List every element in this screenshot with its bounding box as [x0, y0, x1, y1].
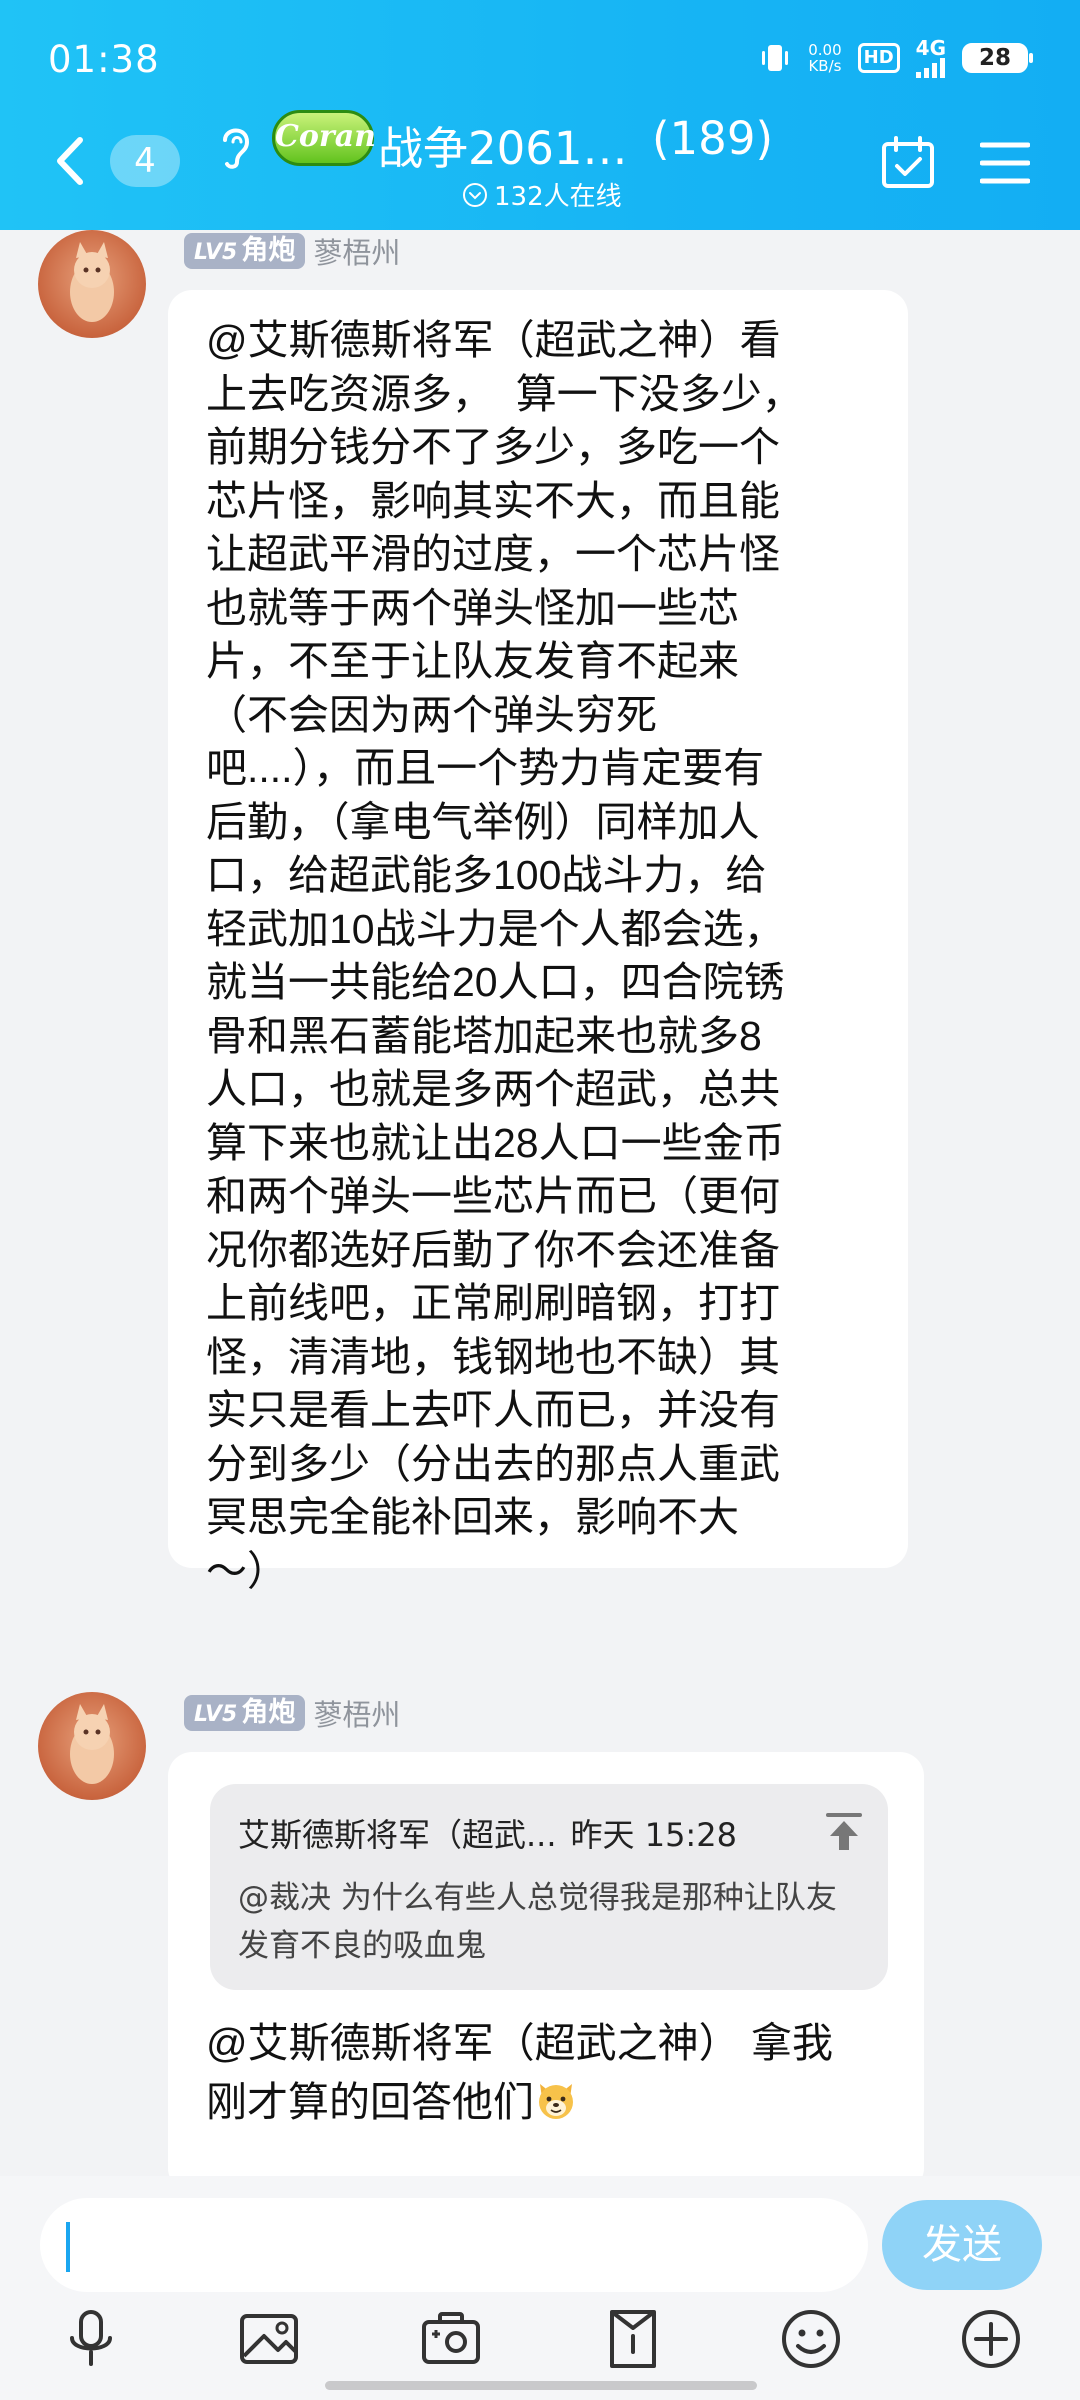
home-indicator[interactable] — [325, 2381, 757, 2390]
message-bubble[interactable]: 艾斯德斯将军（超武... 昨天 15:28 @裁决 为什么有些人总觉得我是那种让… — [168, 1752, 924, 2192]
message-text: @艾斯德斯将军（超武之神）看 上去吃资源多， 算一下没多少， 前期分钱分不了多少… — [206, 317, 803, 1594]
group-title[interactable]: 战争2061… — [378, 112, 628, 177]
signal-icon: 4G — [915, 36, 946, 78]
status-time: 01:38 — [48, 38, 160, 81]
sender-meta: LV5 角炮 蓼梧州 — [184, 230, 400, 272]
network-type: 4G — [915, 36, 946, 60]
hd-badge: HD — [857, 43, 900, 73]
quoted-reply[interactable]: 艾斯德斯将军（超武... 昨天 15:28 @裁决 为什么有些人总觉得我是那种让… — [210, 1784, 888, 1990]
message-text: @艾斯德斯将军（超武之神） 拿我刚才算的回答他们 — [206, 2014, 866, 2132]
send-button[interactable]: 发送 — [882, 2200, 1042, 2290]
chevron-down-circle-icon — [463, 182, 487, 207]
quote-author: 艾斯德斯将军（超武... — [238, 1816, 557, 1854]
network-speed: 0.00 KB/s — [808, 42, 841, 74]
vibrate-icon — [762, 45, 789, 71]
status-icons: 0.00 KB/s HD 4G 28 — [758, 36, 1033, 78]
emoji-icon[interactable] — [778, 2306, 844, 2372]
group-logo: Coran — [272, 110, 376, 166]
calendar-check-icon[interactable] — [880, 135, 936, 191]
online-status[interactable]: 132人在线 — [462, 176, 622, 213]
speed-value: 0.00 — [808, 41, 842, 59]
avatar[interactable] — [38, 230, 146, 338]
image-icon[interactable] — [236, 2306, 302, 2372]
jump-to-quote-icon[interactable] — [826, 1812, 862, 1852]
speed-unit: KB/s — [808, 57, 842, 75]
quote-time: 昨天 15:28 — [570, 1816, 737, 1854]
sender-name[interactable]: 蓼梧州 — [313, 230, 400, 272]
ear-icon[interactable] — [215, 122, 255, 172]
message-text-content: @艾斯德斯将军（超武之神） 拿我刚才算的回答他们 — [206, 2020, 834, 2125]
level-badge: LV5 角炮 — [184, 233, 306, 269]
sender-meta: LV5 角炮 蓼梧州 — [184, 1692, 400, 1734]
file-icon[interactable] — [600, 2306, 666, 2372]
quote-header: 艾斯德斯将军（超武... 昨天 15:28 — [238, 1810, 860, 1856]
level-badge: LV5 角炮 — [184, 1695, 306, 1731]
camera-icon[interactable] — [418, 2306, 484, 2372]
text-caret — [66, 2222, 70, 2272]
menu-icon[interactable] — [980, 140, 1030, 186]
quote-text: @裁决 为什么有些人总觉得我是那种让队友发育不良的吸血鬼 — [238, 1880, 837, 1964]
message-input[interactable] — [40, 2198, 868, 2292]
sender-name[interactable]: 蓼梧州 — [313, 1692, 400, 1734]
online-count: 132人在线 — [494, 182, 622, 212]
battery-icon: 28 — [962, 43, 1033, 73]
input-toolbar — [0, 2306, 1080, 2386]
input-area: 发送 — [0, 2176, 1080, 2400]
unread-count-badge[interactable]: 4 — [110, 135, 180, 187]
mic-icon[interactable] — [58, 2306, 124, 2372]
back-button[interactable] — [50, 136, 90, 186]
dog-emoji-icon — [539, 2084, 573, 2119]
chat-header: 01:38 0.00 KB/s HD 4G 28 4 Coran 战争2061…… — [0, 0, 1080, 230]
plus-icon[interactable] — [958, 2306, 1024, 2372]
message-bubble[interactable]: @艾斯德斯将军（超武之神）看 上去吃资源多， 算一下没多少， 前期分钱分不了多少… — [168, 290, 908, 1594]
member-count[interactable]: (189) — [652, 112, 773, 165]
avatar[interactable] — [38, 1692, 146, 1800]
